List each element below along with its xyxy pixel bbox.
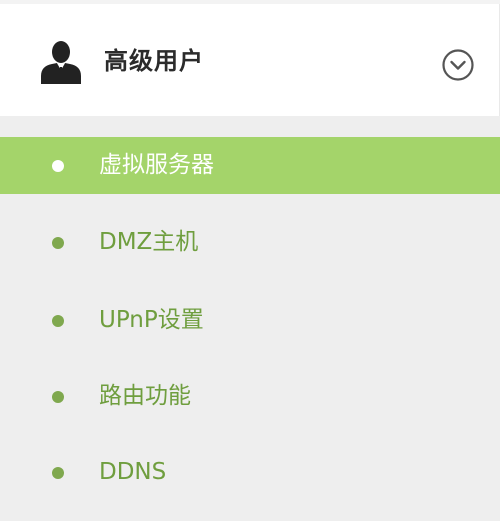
menu-item-label: DDNS: [99, 459, 167, 485]
bottom-border: [0, 521, 500, 527]
bullet-icon: [52, 466, 64, 479]
user-icon: [41, 41, 81, 84]
bullet-icon: [52, 236, 64, 249]
bullet-icon: [52, 390, 64, 403]
menu-item-dmz-host[interactable]: DMZ主机: [0, 214, 500, 271]
menu-item-virtual-server[interactable]: 虚拟服务器: [0, 137, 500, 194]
submenu-top-padding: [0, 116, 500, 134]
submenu: 虚拟服务器 DMZ主机 UPnP设置 路由功能 DDNS: [0, 116, 500, 527]
menu-item-routing[interactable]: 路由功能: [0, 368, 500, 425]
menu-item-label: 虚拟服务器: [99, 152, 214, 178]
section-title: 高级用户: [104, 47, 204, 75]
bullet-icon: [52, 159, 64, 172]
menu-item-upnp-settings[interactable]: UPnP设置: [0, 292, 500, 349]
chevron-down-circle-icon[interactable]: [441, 48, 475, 82]
menu-item-label: 路由功能: [99, 383, 191, 409]
bullet-icon: [52, 314, 64, 327]
menu-item-label: DMZ主机: [99, 229, 199, 255]
advanced-user-panel: 高级用户 虚拟服务器 DMZ主机 UPnP设置 路由功能 DDNS: [0, 0, 500, 527]
menu-item-label: UPnP设置: [99, 307, 204, 333]
menu-item-ddns[interactable]: DDNS: [0, 444, 500, 501]
section-header[interactable]: 高级用户: [0, 4, 500, 116]
